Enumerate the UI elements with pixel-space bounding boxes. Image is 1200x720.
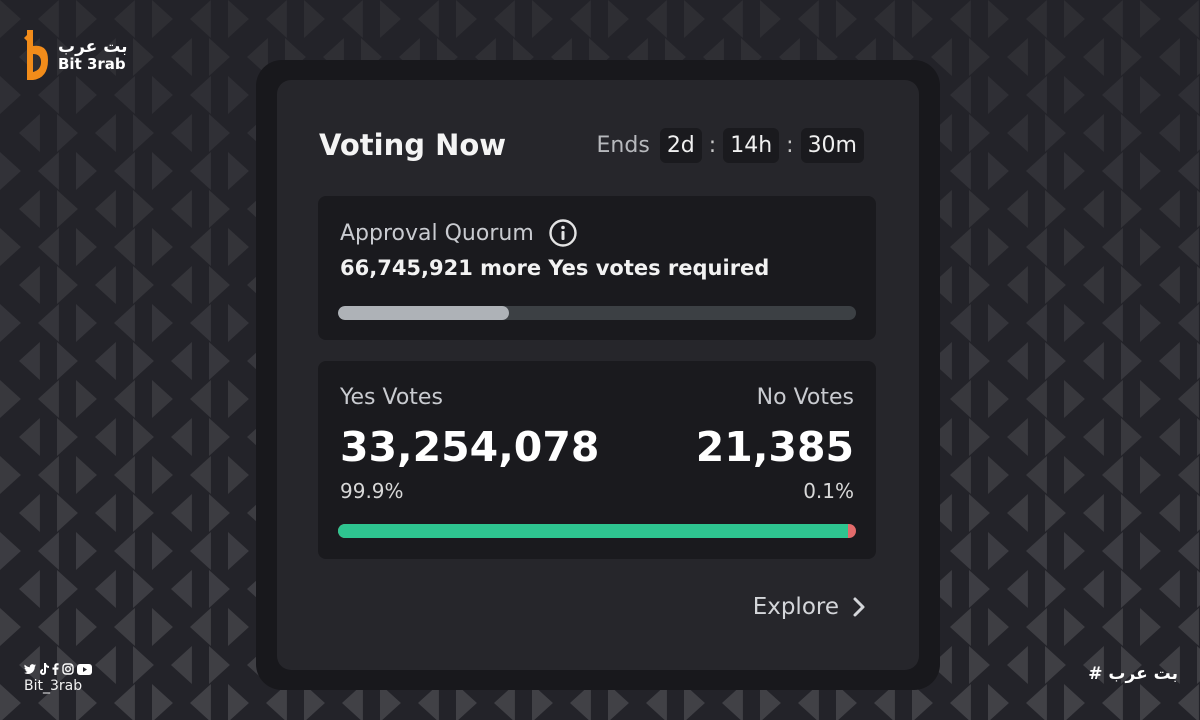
no-votes-label: No Votes <box>756 385 854 410</box>
yes-votes-percent: 99.9% <box>340 479 404 503</box>
hashtag: # بت عرب <box>1088 664 1178 684</box>
bit3rab-logo-icon <box>24 30 48 80</box>
yes-votes-bar-segment <box>338 524 849 538</box>
votes-panel: Yes Votes No Votes 33,254,078 21,385 99.… <box>318 361 876 559</box>
tiktok-icon[interactable] <box>39 663 49 675</box>
brand-logo-block: بت عرب Bit 3rab <box>22 28 128 84</box>
ends-label: Ends <box>596 133 650 158</box>
countdown-minutes: 30m <box>800 128 864 163</box>
no-votes-bar-segment <box>848 524 856 538</box>
explore-link[interactable]: Explore <box>753 594 867 620</box>
facebook-icon[interactable] <box>52 663 59 675</box>
countdown-separator: : <box>786 133 794 158</box>
quorum-progress-fill <box>338 306 509 320</box>
countdown-separator: : <box>708 133 717 158</box>
quorum-label: Approval Quorum <box>340 220 534 246</box>
social-links: Bit_3rab <box>24 662 92 694</box>
quorum-progress-bar <box>338 306 856 320</box>
brand-name-latin: Bit 3rab <box>58 55 126 74</box>
approval-quorum-panel: Approval Quorum 66,745,921 more Yes vote… <box>318 196 876 340</box>
votes-split-bar <box>338 524 856 538</box>
twitter-icon[interactable] <box>24 663 36 675</box>
voting-card: Voting Now Ends 2d : 14h : 30m Approval … <box>277 80 919 670</box>
explore-label: Explore <box>752 594 839 620</box>
card-title: Voting Now <box>319 128 507 162</box>
social-handle: Bit_3rab <box>24 678 83 694</box>
quorum-required-text: 66,745,921 more Yes votes required <box>340 256 770 280</box>
youtube-icon[interactable] <box>77 663 92 675</box>
info-icon[interactable] <box>548 218 578 248</box>
yes-votes-label: Yes Votes <box>340 385 443 410</box>
chevron-right-icon <box>851 596 867 618</box>
countdown-hours: 14h <box>723 128 780 163</box>
countdown-days: 2d <box>659 128 702 163</box>
countdown: Ends 2d : 14h : 30m <box>597 128 864 163</box>
instagram-icon[interactable] <box>62 663 74 675</box>
no-votes-percent: 0.1% <box>803 479 854 503</box>
no-votes-count: 21,385 <box>695 423 854 471</box>
yes-votes-count: 33,254,078 <box>340 423 600 471</box>
